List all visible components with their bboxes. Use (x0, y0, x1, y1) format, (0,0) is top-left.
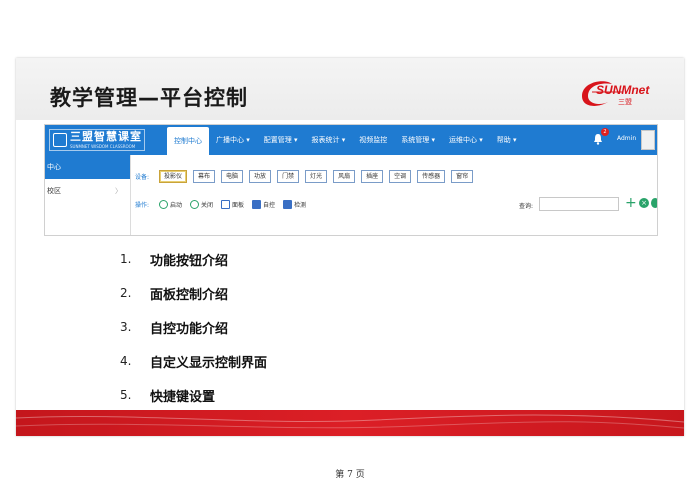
power-on-icon (159, 199, 168, 209)
list-number: 4. (120, 354, 132, 368)
sidebar-item-campus[interactable]: 校区 〉 (45, 179, 130, 203)
op-label: 启动 (170, 201, 183, 209)
nav-config[interactable]: 配置管理 ▾ (257, 125, 305, 155)
app-sidebar: 中心 校区 〉 (45, 155, 131, 235)
list-item: 4. 自定义显示控制界面 (120, 344, 267, 378)
list-number: 3. (120, 320, 132, 334)
app-logo[interactable]: 三盟智慧课室 SUNMNET WISDOM CLASSROOM (49, 129, 145, 151)
list-text: 功能按钮介绍 (150, 253, 229, 269)
device-button[interactable]: 功放 (249, 169, 272, 183)
list-text: 快捷键设置 (150, 389, 216, 405)
minimize-icon[interactable] (651, 198, 657, 208)
nav-help[interactable]: 帮助 ▾ (490, 125, 524, 155)
devices-label: 设备: (135, 173, 150, 181)
add-icon[interactable]: + (625, 196, 637, 210)
op-label: 检测 (294, 201, 307, 209)
app-header: 三盟智慧课室 SUNMNET WISDOM CLASSROOM 控制中心 广播中… (45, 125, 657, 155)
devices-row: 设备: 投影仪 幕布 电脑 功放 门禁 灯光 风扇 插座 空调 传感器 窗帘 (135, 169, 479, 183)
sidebar-item-center[interactable]: 中心 (45, 155, 130, 179)
ops-row: 操作: 启动 关闭 面板 自控 检测 (135, 197, 314, 211)
sidebar-item-label: 中心 (47, 163, 61, 171)
list-item: 2. 面板控制介绍 (120, 276, 267, 310)
list-number: 5. (120, 388, 132, 402)
list-text: 自控功能介绍 (150, 321, 229, 337)
detect-icon (283, 199, 293, 209)
brand-logo: SUNMnet 三盟 (578, 74, 668, 110)
list-item: 5. 快捷键设置 (120, 378, 267, 412)
avatar[interactable] (641, 130, 655, 150)
op-start-button[interactable]: 启动 (159, 199, 183, 209)
op-panel-button[interactable]: 面板 (221, 199, 245, 209)
power-off-icon (190, 199, 200, 209)
app-logo-name: 三盟智慧课室 (70, 130, 142, 143)
nav-broadcast[interactable]: 广播中心 ▾ (209, 125, 257, 155)
list-item: 1. 功能按钮介绍 (120, 242, 267, 276)
user-name[interactable]: Admin (617, 135, 636, 142)
ops-label: 操作: (135, 201, 150, 209)
op-stop-button[interactable]: 关闭 (190, 199, 214, 209)
auto-control-icon (252, 199, 262, 209)
list-text: 面板控制介绍 (150, 287, 229, 303)
device-button[interactable]: 空调 (389, 169, 412, 183)
op-label: 自控 (263, 201, 276, 209)
brand-sub: 三盟 (618, 98, 632, 106)
device-button[interactable]: 投影仪 (159, 169, 188, 183)
sidebar-item-label: 校区 (47, 187, 61, 195)
logo-emblem-icon (53, 133, 67, 147)
nav-reports[interactable]: 报表统计 ▾ (305, 125, 353, 155)
top-nav: 控制中心 广播中心 ▾ 配置管理 ▾ 报表统计 ▾ 视频监控 系统管理 ▾ 运维… (167, 125, 524, 155)
op-label: 关闭 (201, 201, 214, 209)
op-label: 面板 (232, 201, 245, 209)
list-item: 3. 自控功能介绍 (120, 310, 267, 344)
list-text: 自定义显示控制界面 (150, 355, 268, 371)
feature-list: 1. 功能按钮介绍 2. 面板控制介绍 3. 自控功能介绍 4. 自定义显示控制… (120, 242, 267, 412)
device-button[interactable]: 传感器 (417, 169, 446, 183)
op-detect-button[interactable]: 检测 (283, 199, 307, 209)
close-icon[interactable]: × (639, 198, 649, 208)
search-label: 查询: (519, 203, 534, 210)
panel-icon (221, 199, 231, 209)
nav-system[interactable]: 系统管理 ▾ (394, 125, 442, 155)
page-number: 第 7 页 (335, 470, 365, 480)
op-auto-button[interactable]: 自控 (252, 199, 276, 209)
nav-ops[interactable]: 运维中心 ▾ (442, 125, 490, 155)
app-screenshot: 三盟智慧课室 SUNMNET WISDOM CLASSROOM 控制中心 广播中… (44, 124, 658, 236)
device-button[interactable]: 风扇 (333, 169, 356, 183)
slide: 教学管理—平台控制 SUNMnet 三盟 三盟智慧课室 SUNMNET WISD… (16, 58, 684, 436)
chevron-right-icon: 〉 (115, 187, 122, 195)
notification-badge: 2 (601, 128, 609, 136)
device-button[interactable]: 电脑 (221, 169, 244, 183)
list-number: 1. (120, 252, 132, 266)
device-button[interactable]: 门禁 (277, 169, 300, 183)
footer-band (16, 410, 684, 436)
nav-control-center[interactable]: 控制中心 (167, 127, 209, 155)
device-button[interactable]: 插座 (361, 169, 384, 183)
device-button[interactable]: 幕布 (193, 169, 216, 183)
brand-wordmark: SUNMnet (596, 83, 650, 97)
app-logo-tagline: SUNMNET WISDOM CLASSROOM (70, 144, 136, 149)
device-button[interactable]: 灯光 (305, 169, 328, 183)
device-button[interactable]: 窗帘 (451, 169, 474, 183)
list-number: 2. (120, 286, 132, 300)
footer-wave-decoration (16, 414, 684, 429)
slide-title: 教学管理—平台控制 (50, 86, 248, 110)
search-input[interactable] (539, 197, 619, 211)
nav-video[interactable]: 视频监控 (352, 125, 394, 155)
